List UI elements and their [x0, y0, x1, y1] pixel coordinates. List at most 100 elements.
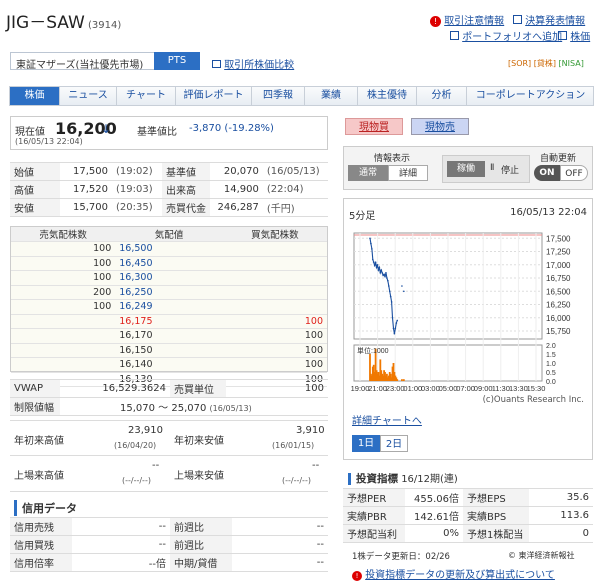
sell-qty: [11, 314, 116, 329]
price-point: [371, 248, 373, 250]
order-book-header: 売気配株数 気配値 買気配株数: [11, 227, 327, 242]
yearly-low-label: 年初来安値: [174, 436, 224, 447]
sell-qty: 100: [11, 270, 116, 286]
credit-value: --倍: [72, 553, 170, 572]
buy-qty: [222, 285, 327, 300]
credit-label: 信用買残: [10, 535, 72, 554]
chart-timestamp: 16/05/13 22:04: [510, 207, 587, 218]
down-arrow-icon: ↓: [101, 122, 112, 136]
indicator-value: 35.6: [529, 488, 593, 507]
credit-value: --: [232, 535, 328, 554]
tab-report[interactable]: 評価レポート: [176, 87, 252, 105]
buy-qty: [222, 241, 327, 257]
indicator-value: 142.61倍: [405, 506, 463, 525]
tab-benefits[interactable]: 株主優待: [358, 87, 417, 105]
tab-chart[interactable]: チャート: [117, 87, 176, 105]
credit-label: 前週比: [170, 535, 232, 554]
x-tick-label: 01:00: [403, 384, 422, 393]
pts-button[interactable]: PTS: [154, 52, 200, 70]
portfolio-link[interactable]: ポートフォリオへ追加: [450, 28, 562, 43]
quote-price: 16,450: [115, 256, 223, 271]
yearly-high-value: 23,910: [128, 425, 163, 436]
credit-label: 中期/貸借: [170, 553, 232, 572]
active-button[interactable]: 稼働: [447, 161, 485, 177]
price-label: 現在値: [15, 127, 45, 138]
price-link-label: 株価: [570, 32, 591, 43]
portfolio-icon: [450, 31, 459, 40]
stat-time: (千円): [262, 198, 328, 217]
stat-label: 出来高: [162, 180, 210, 199]
stat-time: (16/05/13): [262, 162, 328, 181]
indicators-period: 16/12期(連): [401, 474, 458, 485]
range-2day-button[interactable]: 2日: [380, 435, 408, 452]
compare-link[interactable]: 取引所株価比較: [212, 56, 294, 71]
buy-button[interactable]: 現物買: [345, 118, 403, 135]
y-tick-label: 17,500: [546, 234, 571, 243]
limit-range: 15,070 ～ 25,070: [120, 403, 207, 414]
stop-button[interactable]: 停止: [501, 163, 519, 176]
price-point: [383, 273, 385, 276]
nisa-badge: [NISA]: [558, 59, 584, 68]
portfolio-link-label: ポートフォリオへ追加: [462, 32, 563, 43]
detail-chart-link[interactable]: 詳細チャートへ: [352, 412, 422, 427]
stat-value: 15,700: [60, 198, 112, 217]
chart-panel: 5分足 16/05/13 22:04 17,500 17,250 17,000 16,…: [343, 198, 593, 460]
stat-label: 基準値: [162, 162, 210, 181]
tab-earnings[interactable]: 業績: [305, 87, 358, 105]
indicator-label: 実績BPS: [463, 506, 529, 525]
table-row: 100 16,300: [11, 270, 327, 286]
price-point: [373, 265, 376, 267]
credit-table: 信用売残 -- 前週比 -- 信用買残 -- 前週比 -- 信用倍率 --倍 中…: [10, 517, 328, 572]
earnings-link[interactable]: 決算発表情報: [513, 12, 585, 27]
sell-button[interactable]: 現物売: [411, 118, 469, 135]
listing-high-value: --: [152, 460, 160, 471]
price-icon: [558, 31, 567, 40]
y-tick-label: 16,500: [546, 287, 571, 296]
price-point: [379, 271, 382, 274]
x-tick-label: 19:00: [351, 384, 370, 393]
buy-qty: 100: [222, 314, 327, 329]
alert-link[interactable]: ! 取引注意情報: [430, 12, 504, 27]
buy-qty: [222, 270, 327, 286]
y-tick-label: 15,750: [546, 327, 571, 336]
price-point: [381, 271, 383, 274]
quote-price: 16,249: [115, 299, 223, 315]
detail-button[interactable]: 詳細: [388, 165, 428, 181]
stat-value: 20,070: [210, 162, 263, 181]
page-title-block: JIG－SAW (3914): [6, 8, 121, 33]
y-tick-label: 17,250: [546, 248, 571, 257]
indicator-value: 0: [529, 524, 593, 543]
stat-time: (19:02): [112, 162, 162, 181]
indicator-label: 予想1株配当: [463, 524, 529, 543]
table-row: 100 16,500: [11, 241, 327, 257]
tab-corporate-action[interactable]: コーポレートアクション: [467, 87, 594, 105]
earnings-link-label: 決算発表情報: [525, 16, 586, 27]
tab-analysis[interactable]: 分析: [417, 87, 467, 105]
auto-off-button[interactable]: OFF: [560, 165, 588, 181]
calendar-icon: [513, 15, 522, 24]
indicators-title: 投資指標: [348, 473, 398, 485]
vwap-label: VWAP: [10, 379, 60, 398]
indicators-note-link[interactable]: ! 投資指標データの更新及び算出式について: [352, 566, 555, 581]
range-1day-button[interactable]: 1日: [352, 435, 380, 452]
market-selector[interactable]: 東証マザーズ(当社優先市場) PTS: [10, 52, 200, 71]
volume-bar: [401, 379, 403, 381]
display-label: 情報表示: [374, 154, 411, 164]
normal-button[interactable]: 通常: [348, 165, 388, 181]
volume-bar: [402, 379, 405, 381]
price-link[interactable]: 株価: [558, 28, 590, 43]
listing-low-date: (--/--/--): [282, 476, 311, 485]
price-time: (16/05/13 22:04): [15, 137, 83, 146]
change-label: 基準値比: [137, 127, 177, 138]
quote-price: 16,150: [115, 343, 223, 358]
limit-date: (16/05/13): [209, 404, 252, 413]
tab-news[interactable]: ニュース: [60, 87, 117, 105]
tab-quarterly[interactable]: 四季報: [252, 87, 305, 105]
x-tick-label: 21:00: [368, 384, 387, 393]
tab-price[interactable]: 株価: [10, 87, 60, 105]
stat-time: (20:35): [112, 198, 162, 217]
header-buy-qty: 買気配株数: [222, 227, 327, 242]
auto-on-button[interactable]: ON: [534, 165, 560, 181]
table-row: 16,150 100: [11, 343, 327, 358]
price-point: [375, 266, 378, 269]
